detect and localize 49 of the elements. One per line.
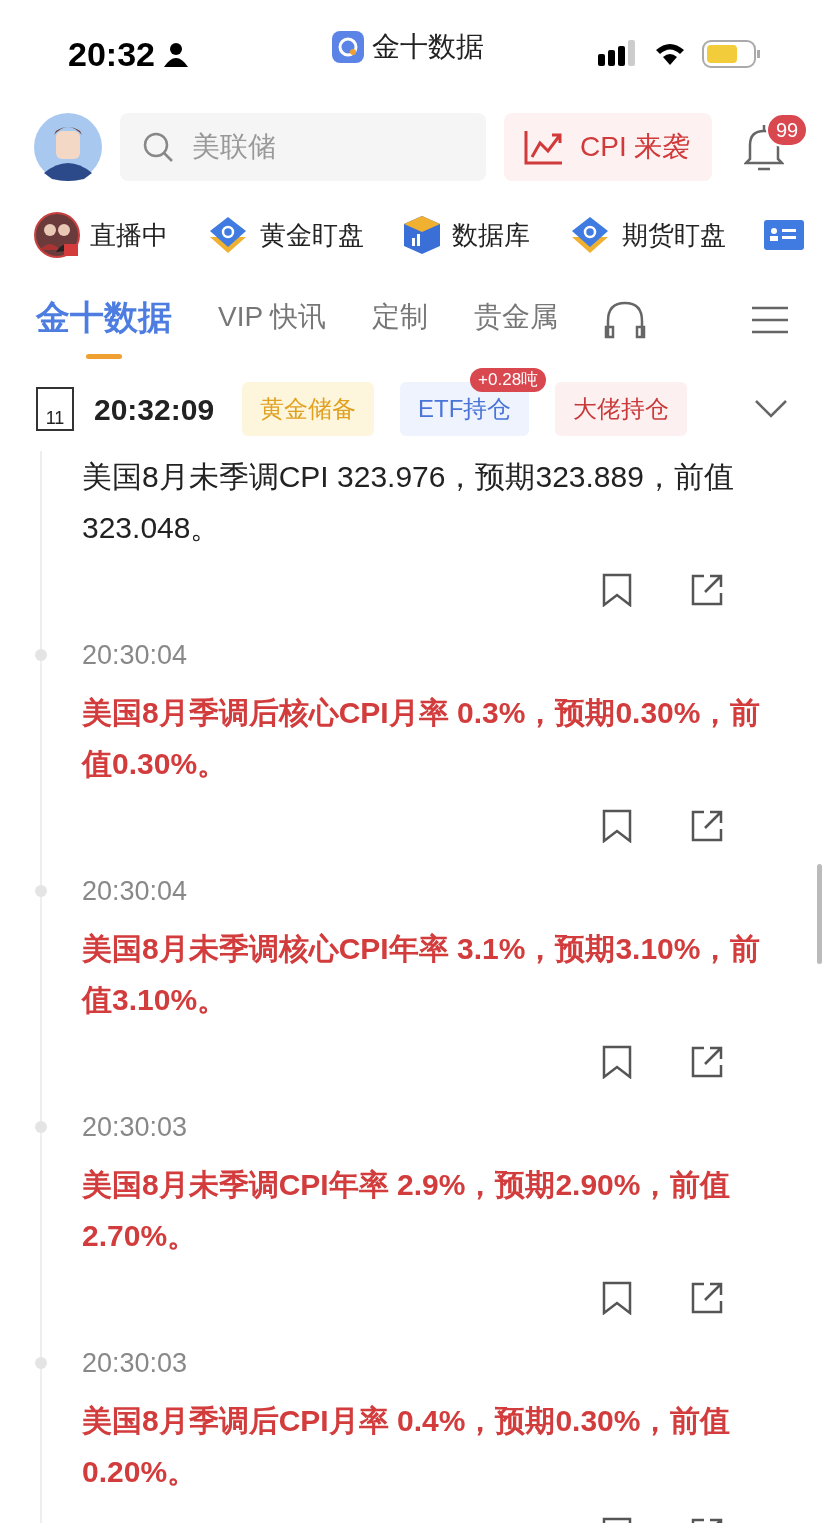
news-time: 20:30:04 (82, 874, 188, 908)
notification-badge: 99 (766, 113, 809, 147)
shortcut-item[interactable]: 直播中 (34, 212, 168, 258)
news-text[interactable]: 美国8月季调后CPI月率 0.4%，预期0.30%，前值0.20%。 (82, 1395, 768, 1497)
tab[interactable]: 金十数据 (36, 281, 172, 359)
card-icon (764, 218, 804, 252)
app-logo-icon (332, 31, 364, 63)
current-time: 20:32:09 (94, 391, 215, 428)
app-name: 金十数据 (372, 30, 484, 64)
change-badge: +0.28吨 (470, 368, 547, 392)
clock-time: 20:32 (68, 33, 155, 75)
cpi-promo-button[interactable]: CPI 来袭 (504, 113, 712, 181)
share-icon[interactable] (690, 573, 724, 607)
avatar[interactable] (34, 113, 102, 181)
person-icon (162, 41, 189, 67)
bookmark-icon[interactable] (602, 1045, 632, 1079)
tab[interactable]: 定制 (372, 286, 429, 354)
share-icon[interactable] (690, 1045, 724, 1079)
signal-icon (598, 40, 638, 68)
cube-icon (402, 214, 442, 256)
live-avatar-icon (34, 212, 80, 258)
news-time: 20:30:03 (82, 1110, 188, 1144)
tab[interactable]: VIP 快讯 (218, 286, 327, 354)
bookmark-icon[interactable] (602, 573, 632, 607)
battery-icon (702, 40, 760, 68)
news-text[interactable]: 美国8月未季调CPI年率 2.9%，预期2.90%，前值2.70%。 (82, 1159, 768, 1261)
shortcut-item[interactable] (764, 218, 804, 252)
bookmark-icon[interactable] (602, 1281, 632, 1315)
news-text[interactable]: 美国8月未季调核心CPI年率 3.1%，预期3.10%，前值3.10%。 (82, 923, 768, 1025)
news-text[interactable]: 美国8月未季调CPI 323.976，预期323.889，前值323.048。 (82, 451, 768, 553)
shortcut-item[interactable]: 数据库 (402, 214, 530, 256)
tab[interactable]: 贵金属 (474, 286, 559, 354)
news-time: 20:30:03 (82, 1346, 188, 1380)
chart-icon (524, 129, 564, 165)
shortcut-item[interactable]: 期货盯盘 (568, 215, 726, 255)
search-icon (142, 131, 174, 163)
news-text[interactable]: 美国8月季调后核心CPI月率 0.3%，预期0.30%，前值0.30%。 (82, 687, 768, 789)
headphones-icon[interactable] (604, 301, 647, 339)
share-icon[interactable] (690, 809, 724, 843)
calendar-icon[interactable]: 11 (36, 387, 74, 431)
search-field[interactable]: 美联储 (120, 113, 486, 181)
wifi-icon (654, 41, 686, 67)
chevron-down-icon[interactable] (754, 399, 788, 419)
share-icon[interactable] (690, 1281, 724, 1315)
bookmark-icon[interactable] (602, 809, 632, 843)
news-time: 20:30:04 (82, 638, 188, 672)
chip[interactable]: 大佬持仓 (555, 382, 688, 436)
menu-icon[interactable] (752, 306, 788, 334)
shortcut-item[interactable]: 黄金盯盘 (206, 215, 364, 255)
